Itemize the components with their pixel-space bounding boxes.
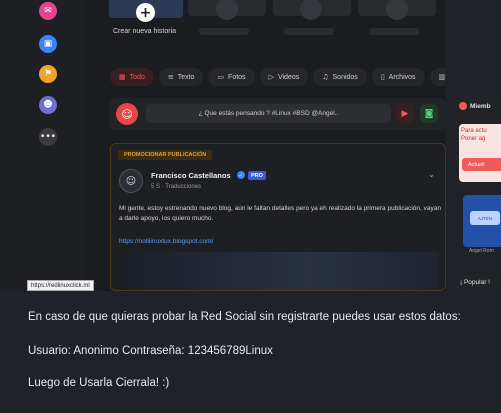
story-avatar-placeholder	[216, 0, 238, 20]
membership-text-line: Poner ag	[461, 136, 486, 142]
tab-icon: ▥	[438, 73, 446, 81]
post-text: Mi gente, estoy estrenando nuevo blog, a…	[119, 205, 441, 222]
story-label-placeholder	[369, 28, 419, 35]
post-composer: ☺ ¿ Que estás pensando ? #Linux #BSD @An…	[110, 98, 446, 130]
plus-icon[interactable]: +	[136, 3, 155, 22]
suggested-user-card[interactable]: AJTEN	[463, 195, 501, 247]
tab-mapas[interactable]: ▥Mapas	[429, 68, 446, 86]
story-avatar-placeholder	[300, 0, 322, 20]
status-input[interactable]: ¿ Que estás pensando ? #Linux #BSD @Ange…	[146, 104, 391, 123]
tab-fotos[interactable]: ▭ Fotos	[208, 68, 255, 86]
membership-icon	[459, 102, 467, 110]
chevron-down-icon[interactable]: ⌄	[428, 170, 435, 179]
tab-icon: ♫	[322, 73, 329, 81]
story-avatar-placeholder	[386, 0, 408, 20]
screenshot-panel: ✉ ▣ ⚑ ☻ ••• + Crear nueva historia ▦ Todo…	[0, 0, 446, 291]
tab-videos[interactable]: ▷ Videos	[259, 68, 309, 86]
membership-text: Para actu Poner ag	[461, 127, 487, 143]
tab-icon: ▭	[217, 73, 225, 81]
camera-icon[interactable]: ◙	[420, 104, 438, 123]
megaphone-icon[interactable]: ✉	[39, 2, 57, 20]
post-type-tabs: ▦ Todo ≡ Texto ▭ Fotos ▷ Videos ♫ Sonidos ▯ Archivo…	[110, 68, 446, 86]
tab-label: Sonidos	[332, 73, 358, 81]
story-label-placeholder	[199, 28, 249, 35]
popular-title: ¡ Popular !	[460, 279, 490, 286]
membership-text-line: Para actu	[461, 128, 487, 134]
caption-line: Luego de Usarla Cierrala! :)	[28, 377, 170, 389]
flag-icon[interactable]: ⚑	[39, 65, 57, 83]
post-link[interactable]: https://notilinuxtux.blogspot.com/	[119, 238, 213, 245]
tab-label: Fotos	[228, 73, 246, 81]
more-icon[interactable]: •••	[39, 128, 57, 146]
tab-label: Texto	[177, 73, 195, 81]
status-url-tooltip: https://redlinuxclick.ml	[27, 280, 94, 291]
post-card: PROMOCIONAR PUBLICACIÓN ☺ Francisco Cast…	[110, 143, 446, 291]
story-label-placeholder	[284, 28, 334, 35]
tab-archivos[interactable]: ▯ Archivos	[371, 68, 425, 86]
pro-badge: PRO	[248, 171, 266, 180]
tab-texto[interactable]: ≡ Texto	[158, 68, 204, 86]
tab-label: Todo	[129, 73, 145, 81]
user-avatar[interactable]: ☺	[116, 103, 138, 125]
verified-icon: ✓	[237, 171, 245, 179]
post-image[interactable]	[119, 252, 439, 290]
box-icon[interactable]: ▣	[39, 35, 57, 53]
membership-title: Miemb	[459, 102, 491, 110]
caption-line: Usuario: Anonimo Contraseña: 123456789Li…	[28, 345, 273, 357]
suggested-user-image: AJTEN	[470, 211, 500, 225]
membership-card: Miemb Para actu Poner ag Actuali	[455, 96, 501, 188]
tab-icon: ▯	[380, 73, 385, 81]
promote-post-badge[interactable]: PROMOCIONAR PUBLICACIÓN	[118, 150, 213, 160]
post-meta: 5 S · Traducciones	[151, 184, 202, 190]
create-story-label: Crear nueva historia	[113, 28, 177, 35]
author-avatar[interactable]: ☺	[119, 169, 143, 193]
tab-icon: ▦	[119, 73, 126, 81]
popular-panel: ¡ Popular !	[455, 274, 501, 291]
tab-label: Videos	[277, 73, 300, 81]
membership-title-text: Miemb	[470, 102, 491, 110]
tab-icon: ▷	[268, 73, 274, 81]
sidebar: ✉ ▣ ⚑ ☻ •••	[0, 0, 84, 291]
tab-icon: ≡	[167, 73, 174, 81]
suggested-user-name[interactable]: Angel Rom	[469, 248, 494, 254]
video-icon[interactable]: ▶	[396, 104, 414, 123]
caption-line: En caso de que quieras probar la Red Soc…	[28, 311, 461, 323]
tab-label: Archivos	[388, 73, 416, 81]
tab-sonidos[interactable]: ♫ Sonidos	[313, 68, 367, 86]
tab-todo[interactable]: ▦ Todo	[110, 68, 154, 86]
groups-icon[interactable]: ☻	[39, 96, 57, 114]
author-name[interactable]: Francisco Castellanos	[151, 171, 231, 180]
update-button[interactable]: Actuali	[462, 158, 501, 171]
